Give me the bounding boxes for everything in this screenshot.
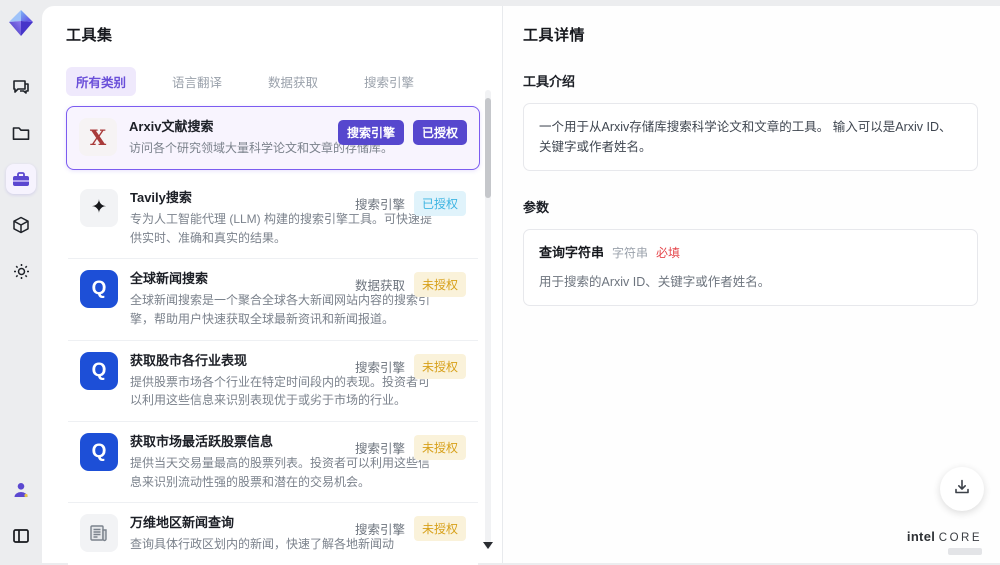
sidebar-item-settings[interactable] — [6, 256, 36, 286]
stock-sector-logo-icon: Q — [80, 352, 118, 390]
download-icon — [952, 477, 972, 502]
category-label: 搜索引擎 — [355, 519, 405, 538]
chat-icon — [11, 77, 31, 97]
active-stock-logo-icon: Q — [80, 433, 118, 471]
sidebar-item-files[interactable] — [6, 118, 36, 148]
user-icon — [11, 480, 31, 500]
sidebar-item-chat[interactable] — [6, 72, 36, 102]
sidebar-item-account[interactable] — [6, 475, 36, 505]
folder-icon — [11, 123, 31, 143]
main-surface: 工具集 所有类别 语言翻译 数据获取 搜索引擎 X Arxiv文献搜索 访问各个… — [42, 6, 1000, 563]
tool-card-global-news[interactable]: Q 全球新闻搜索 全球新闻搜索是一个聚合全球各大新闻网站内容的搜索引擎，帮助用户… — [68, 259, 478, 340]
cube-icon — [11, 215, 31, 235]
intel-badge-sub — [948, 548, 982, 555]
category-tabs: 所有类别 语言翻译 数据获取 搜索引擎 — [66, 67, 502, 96]
tab-all-categories[interactable]: 所有类别 — [66, 67, 136, 96]
intro-text-box: 一个用于从Arxiv存储库搜索科学论文和文章的工具。 输入可以是Arxiv ID… — [523, 103, 978, 171]
auth-status-badge[interactable]: 未授权 — [414, 272, 466, 297]
intel-wordmark: intel — [907, 529, 935, 544]
tool-card-regional-news[interactable]: 万维地区新闻查询 查询具体行政区划内的新闻，快速了解各地新闻动 搜索引擎 未授权 — [68, 503, 478, 565]
tavily-logo-icon: ✦ — [80, 189, 118, 227]
tab-search-engine[interactable]: 搜索引擎 — [354, 67, 424, 96]
toolbox-icon — [10, 168, 32, 190]
auth-status-badge[interactable]: 已授权 — [413, 120, 467, 145]
download-button[interactable] — [940, 467, 984, 511]
param-type: 字符串 — [612, 244, 648, 263]
regional-news-logo-icon — [80, 514, 118, 552]
intro-heading: 工具介绍 — [523, 71, 978, 90]
param-required-flag: 必填 — [656, 244, 680, 263]
core-wordmark: core — [939, 532, 982, 544]
tool-details-panel: 工具详情 工具介绍 一个用于从Arxiv存储库搜索科学论文和文章的工具。 输入可… — [502, 6, 1000, 563]
params-heading: 参数 — [523, 197, 978, 216]
tool-card-list: X Arxiv文献搜索 访问各个研究领域大量科学论文和文章的存储库。 搜索引擎 … — [66, 106, 480, 565]
tab-data-fetch[interactable]: 数据获取 — [258, 67, 328, 96]
intel-core-logo: intel core — [907, 530, 982, 545]
category-label: 搜索引擎 — [355, 357, 405, 376]
gear-icon — [11, 261, 32, 282]
tool-card-active-stocks[interactable]: Q 获取市场最活跃股票信息 提供当天交易量最高的股票列表。投资者可以利用这些信息… — [68, 422, 478, 503]
scroll-down-icon[interactable] — [483, 542, 493, 549]
sidebar-item-toolbox[interactable] — [6, 164, 36, 194]
category-label: 数据获取 — [355, 275, 405, 294]
auth-status-badge[interactable]: 已授权 — [414, 191, 466, 216]
tool-list-panel: 工具集 所有类别 语言翻译 数据获取 搜索引擎 X Arxiv文献搜索 访问各个… — [42, 6, 502, 563]
tool-card-arxiv[interactable]: X Arxiv文献搜索 访问各个研究领域大量科学论文和文章的存储库。 搜索引擎 … — [66, 106, 480, 170]
param-description: 用于搜索的Arxiv ID、关键字或作者姓名。 — [539, 272, 962, 292]
panel-toggle-icon — [11, 526, 31, 546]
category-label: 搜索引擎 — [355, 194, 405, 213]
tool-card-stock-sectors[interactable]: Q 获取股市各行业表现 提供股票市场各个行业在特定时间段内的表现。投资者可以利用… — [68, 341, 478, 422]
details-title: 工具详情 — [523, 24, 978, 45]
global-news-logo-icon: Q — [80, 270, 118, 308]
category-badge: 搜索引擎 — [338, 120, 404, 145]
tab-language-translation[interactable]: 语言翻译 — [162, 67, 232, 96]
app-rail — [0, 0, 42, 563]
app-logo-icon — [6, 8, 36, 38]
auth-status-badge[interactable]: 未授权 — [414, 516, 466, 541]
auth-status-badge[interactable]: 未授权 — [414, 354, 466, 379]
page-title: 工具集 — [66, 24, 502, 45]
arxiv-logo-icon: X — [79, 118, 117, 156]
auth-status-badge[interactable]: 未授权 — [414, 435, 466, 460]
tool-card-tavily[interactable]: ✦ Tavily搜索 专为人工智能代理 (LLM) 构建的搜索引擎工具。可快速提… — [68, 178, 478, 259]
sidebar-item-panel-toggle[interactable] — [6, 521, 36, 551]
category-label: 搜索引擎 — [355, 438, 405, 457]
list-scrollbar[interactable] — [485, 90, 491, 549]
scrollbar-thumb[interactable] — [485, 98, 491, 198]
sidebar-item-models[interactable] — [6, 210, 36, 240]
param-box: 查询字符串 字符串 必填 用于搜索的Arxiv ID、关键字或作者姓名。 — [523, 229, 978, 306]
param-name: 查询字符串 — [539, 243, 604, 264]
